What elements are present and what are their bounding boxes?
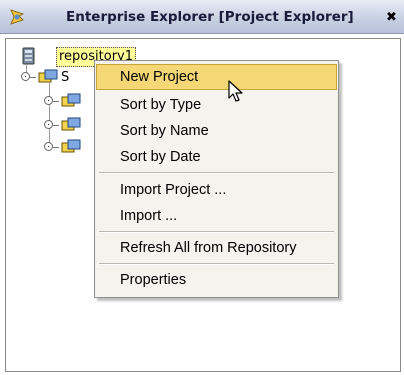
mouse-pointer-icon — [228, 80, 243, 102]
project-icon — [61, 93, 81, 107]
menu-item-import-project[interactable]: Import Project ... — [96, 177, 337, 203]
menu-separator — [99, 172, 334, 174]
close-icon[interactable]: ✖ — [386, 9, 404, 26]
context-menu: New Project Sort by Type Sort by Name So… — [94, 60, 339, 298]
menu-item-refresh-all[interactable]: Refresh All from Repository — [96, 235, 337, 261]
menu-item-sort-by-date[interactable]: Sort by Date — [96, 144, 337, 170]
project-icon — [38, 69, 58, 83]
panel-title-bar: Enterprise Explorer [Project Explorer] ✖ — [0, 0, 404, 34]
panel-title: Enterprise Explorer [Project Explorer] — [66, 9, 354, 25]
menu-separator — [99, 263, 334, 265]
menu-item-new-project[interactable]: New Project — [96, 64, 337, 90]
repository-icon — [22, 47, 35, 65]
project-icon — [61, 117, 81, 131]
tree-connector — [53, 147, 59, 148]
menu-item-properties[interactable]: Properties — [96, 267, 337, 293]
expander-icon[interactable] — [44, 142, 53, 151]
menu-separator — [99, 231, 334, 233]
tree-node-label: S — [61, 70, 70, 85]
tree-line — [49, 83, 50, 143]
tree-connector — [53, 125, 59, 126]
menu-item-sort-by-type[interactable]: Sort by Type — [96, 92, 337, 118]
project-icon — [61, 139, 81, 153]
explorer-icon — [10, 9, 25, 25]
tree-connector — [30, 77, 36, 78]
menu-item-sort-by-name[interactable]: Sort by Name — [96, 118, 337, 144]
expander-icon[interactable] — [21, 72, 30, 81]
tree-connector — [53, 101, 59, 102]
expander-icon[interactable] — [44, 96, 53, 105]
menu-item-import[interactable]: Import ... — [96, 203, 337, 229]
expander-icon[interactable] — [44, 120, 53, 129]
